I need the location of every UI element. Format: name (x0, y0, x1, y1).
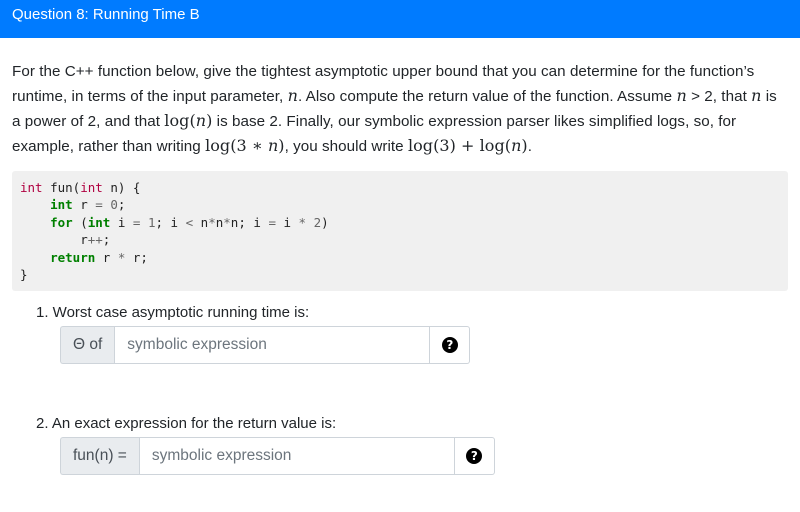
part-1: 1. Worst case asymptotic running time is… (36, 303, 788, 365)
code-block: int fun(int n) { int r = 0; for (int i =… (12, 171, 788, 292)
question-circle-icon: ? (466, 448, 483, 465)
code-line: for (int i = 1; i < n*n*n; i = i * 2) (50, 214, 329, 230)
code-line: int fun(int n) { (20, 180, 141, 195)
question-title: Question 8: Running Time B (12, 6, 200, 23)
fun-n-prefix: fun(n) = (60, 437, 139, 476)
prompt-text: . Also compute the return value of the f… (297, 88, 677, 105)
theta-of-prefix: Θ of (60, 326, 115, 365)
part-1-input-group: Θ of ? (60, 326, 788, 365)
part-1-help-button[interactable]: ? (430, 326, 471, 365)
runtime-expression-input[interactable] (114, 326, 431, 365)
prompt-text: . (527, 138, 532, 155)
return-value-expression-input[interactable] (138, 437, 455, 476)
part-2-label: 2. An exact expression for the return va… (36, 415, 337, 433)
math-log3-plus-logn: log(3) + log(𝑛) (407, 136, 528, 155)
question-prompt: For the C++ function below, give the tig… (12, 60, 788, 159)
math-log-n: log(𝑛) (164, 111, 213, 130)
question-circle-icon: ? (441, 337, 458, 354)
code-line: return r * r; (50, 249, 148, 265)
prompt-text: > 2, that (686, 88, 752, 105)
part-2-input-group: fun(n) = ? (60, 437, 788, 476)
part-2: 2. An exact expression for the return va… (36, 414, 788, 476)
answer-parts: 1. Worst case asymptotic running time is… (12, 303, 788, 476)
code-line: } (20, 267, 28, 283)
question-header: Question 8: Running Time B (0, 0, 800, 38)
code-line: r++; (20, 232, 111, 248)
math-n: n (751, 86, 762, 105)
part-2-help-button[interactable]: ? (454, 437, 495, 476)
math-log-3n: log(3 ∗ 𝑛) (205, 136, 285, 155)
math-n: n (287, 86, 298, 105)
prompt-text: , you should write (284, 138, 408, 155)
code-line: int r = 0; (50, 197, 126, 213)
part-1-label: 1. Worst case asymptotic running time is… (36, 304, 310, 322)
question-body: For the C++ function below, give the tig… (0, 38, 800, 476)
math-n: n (676, 86, 687, 105)
